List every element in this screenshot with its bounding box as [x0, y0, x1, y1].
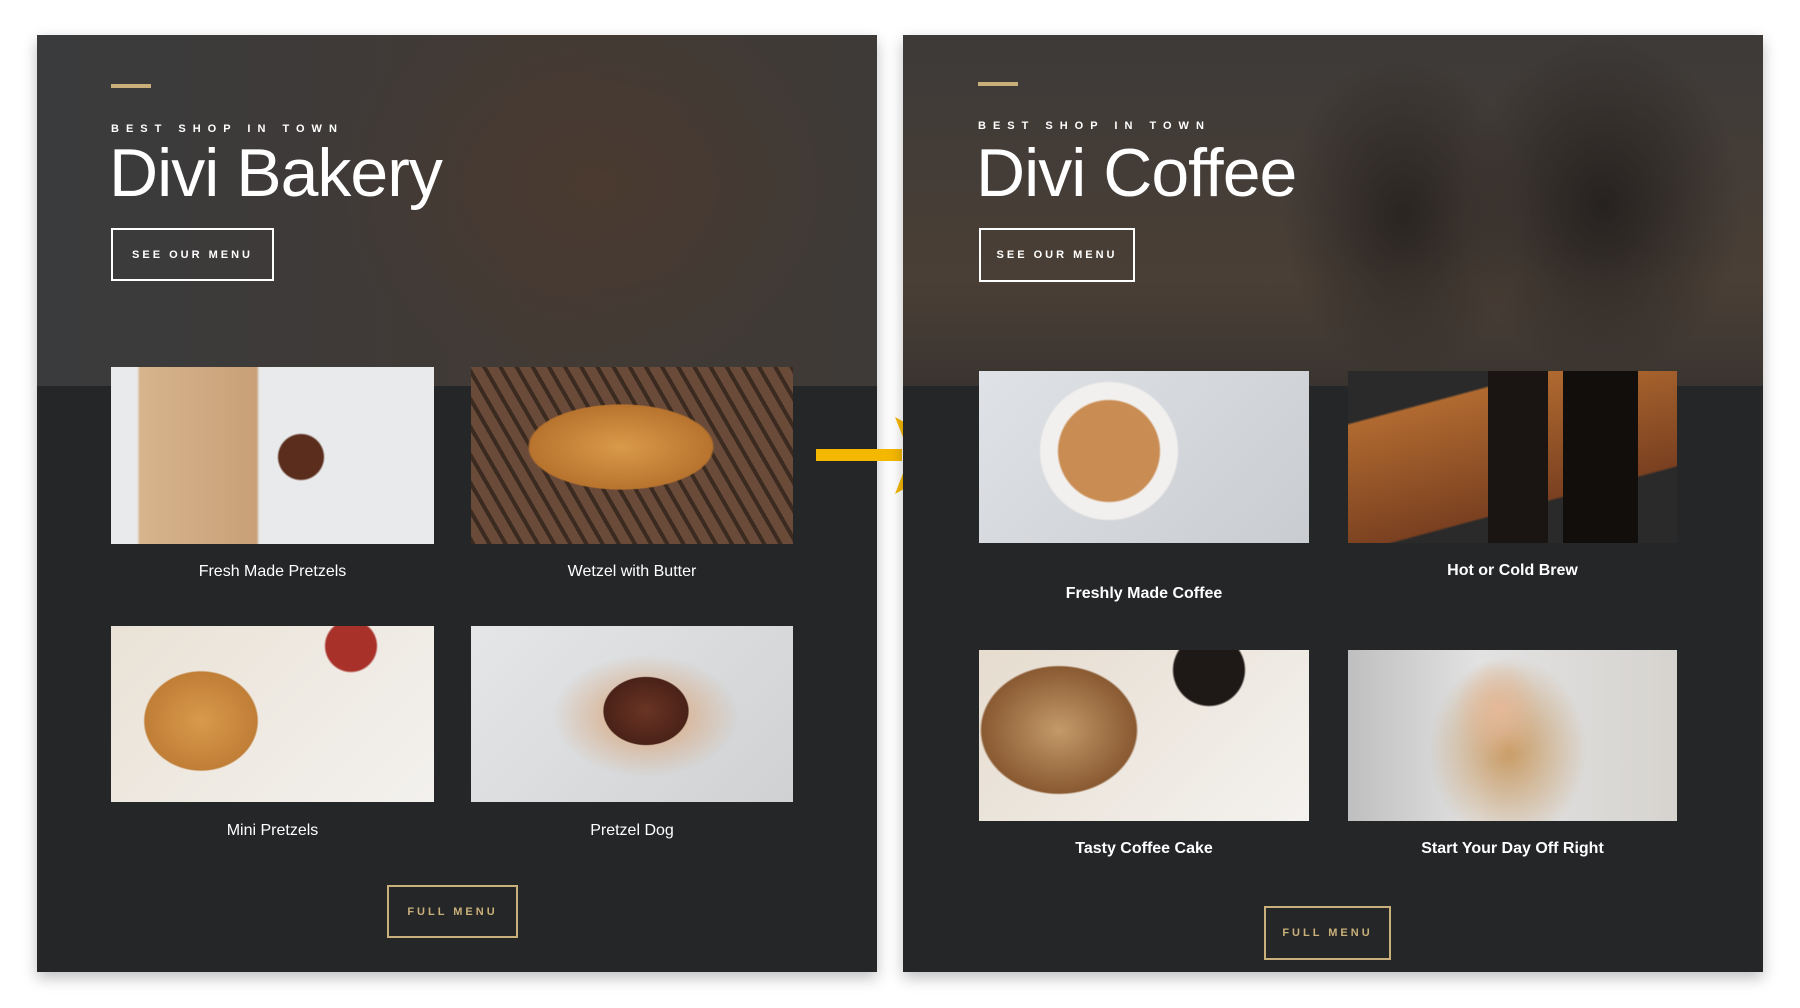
menu-item-image[interactable] [471, 626, 793, 802]
menu-item-caption: Tasty Coffee Cake [1075, 840, 1213, 857]
menu-item-image[interactable] [1348, 371, 1677, 543]
bakery-page: BEST SHOP IN TOWN Divi Bakery SEE OUR ME… [37, 35, 877, 972]
menu-item-image[interactable] [979, 650, 1309, 821]
full-menu-button[interactable]: FULL MENU [387, 885, 518, 938]
menu-item-caption: Mini Pretzels [226, 822, 319, 839]
menu-item-caption: Fresh Made Pretzels [198, 563, 347, 580]
hero-subtitle: BEST SHOP IN TOWN [111, 123, 344, 135]
full-menu-button[interactable]: FULL MENU [1264, 906, 1391, 960]
menu-item-caption: Hot or Cold Brew [1447, 562, 1578, 579]
page-title: Divi Coffee [976, 135, 1297, 211]
menu-item-image[interactable] [111, 367, 434, 544]
accent-bar [978, 82, 1018, 86]
menu-item-caption: Freshly Made Coffee [1065, 585, 1223, 602]
accent-bar [111, 84, 151, 88]
menu-item-caption: Pretzel Dog [590, 822, 674, 839]
menu-item-caption: Wetzel with Butter [567, 563, 697, 580]
page-title: Divi Bakery [109, 135, 443, 211]
menu-item-caption: Start Your Day Off Right [1421, 840, 1604, 857]
see-our-menu-button[interactable]: SEE OUR MENU [979, 228, 1135, 282]
menu-item-image[interactable] [1348, 650, 1677, 821]
see-our-menu-button[interactable]: SEE OUR MENU [111, 228, 274, 281]
menu-item-image[interactable] [979, 371, 1309, 543]
coffee-page: BEST SHOP IN TOWN Divi Coffee SEE OUR ME… [903, 35, 1763, 972]
hero-subtitle: BEST SHOP IN TOWN [978, 120, 1211, 132]
menu-item-image[interactable] [471, 367, 793, 544]
menu-item-image[interactable] [111, 626, 434, 802]
